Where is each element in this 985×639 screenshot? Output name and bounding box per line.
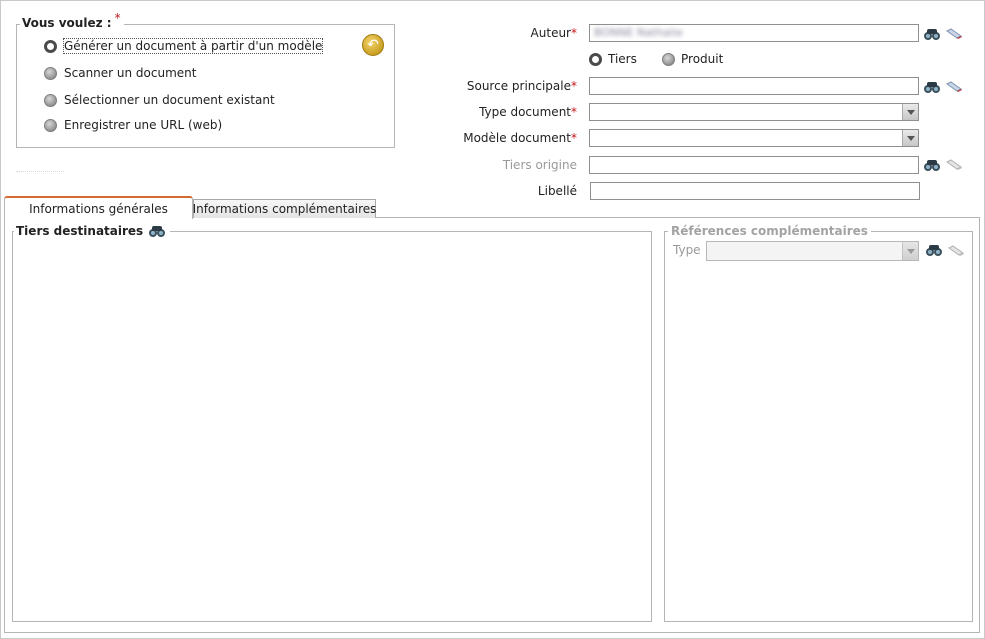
option-url[interactable]: Enregistrer une URL (web) [44, 116, 222, 134]
option-url-label: Enregistrer une URL (web) [64, 118, 223, 132]
tab-informations-complementaires[interactable]: Informations complémentaires [193, 199, 376, 218]
target-produit[interactable]: Produit [662, 52, 723, 66]
libelle-label: Libellé [537, 184, 577, 198]
chevron-down-icon[interactable] [902, 242, 918, 260]
references-complementaires-fieldset [664, 231, 973, 622]
eraser-icon[interactable] [945, 80, 963, 94]
chevron-down-icon[interactable] [902, 104, 918, 120]
binoculars-icon[interactable] [923, 27, 941, 41]
option-selectionner-label: Sélectionner un document existant [64, 93, 275, 107]
tiers-origine-label: Tiers origine [502, 158, 577, 172]
tiers-destinataires-fieldset [12, 231, 652, 622]
libelle-field[interactable] [590, 182, 920, 200]
eraser-icon[interactable] [947, 244, 965, 258]
vous-voulez-legend: Vous voulez : * [20, 11, 124, 30]
references-complementaires-legend: Références complémentaires [668, 224, 871, 238]
tiers-destinataires-legend: Tiers destinataires [14, 224, 171, 238]
auteur-value: BONNE Nathalie [594, 26, 683, 39]
radio-scanner[interactable] [44, 66, 57, 80]
binoculars-icon[interactable] [923, 80, 941, 94]
option-scanner-label: Scanner un document [64, 66, 197, 80]
required-mark: * [114, 11, 121, 25]
tab-informations-generales[interactable]: Informations générales [4, 196, 193, 219]
modele-document-label: Modèle document* [463, 131, 577, 145]
target-tiers[interactable]: Tiers [589, 52, 637, 66]
option-generer-label: Générer un document à partir d'un modèle [62, 38, 324, 54]
undo-arrow-icon[interactable]: ↶ [362, 34, 384, 56]
type-document-select[interactable] [589, 103, 919, 121]
produit-label: Produit [681, 52, 724, 66]
binoculars-icon[interactable] [923, 158, 941, 172]
radio-selectionner[interactable] [44, 93, 57, 107]
option-scanner[interactable]: Scanner un document [44, 64, 196, 82]
auteur-field[interactable]: BONNE Nathalie [589, 24, 919, 42]
chevron-down-icon[interactable] [902, 130, 918, 146]
radio-tiers[interactable] [589, 52, 602, 66]
modele-document-select[interactable] [589, 129, 919, 147]
divider [16, 171, 64, 172]
tiers-label: Tiers [608, 52, 637, 66]
tiers-origine-field[interactable] [589, 156, 919, 174]
type-label: Type [673, 243, 701, 257]
source-principale-label: Source principale* [466, 79, 577, 93]
radio-produit[interactable] [662, 52, 675, 66]
radio-generer[interactable] [44, 39, 57, 53]
auteur-label: Auteur* [530, 26, 577, 40]
option-generer[interactable]: Générer un document à partir d'un modèle [44, 37, 324, 55]
radio-url[interactable] [44, 118, 57, 132]
eraser-icon[interactable] [945, 27, 963, 41]
eraser-icon[interactable] [945, 158, 963, 172]
binoculars-icon[interactable] [925, 243, 943, 257]
binoculars-icon[interactable] [148, 224, 166, 238]
option-selectionner[interactable]: Sélectionner un document existant [44, 91, 275, 109]
type-document-label: Type document* [479, 105, 577, 119]
source-principale-field[interactable] [589, 77, 919, 95]
type-select[interactable] [706, 241, 919, 261]
